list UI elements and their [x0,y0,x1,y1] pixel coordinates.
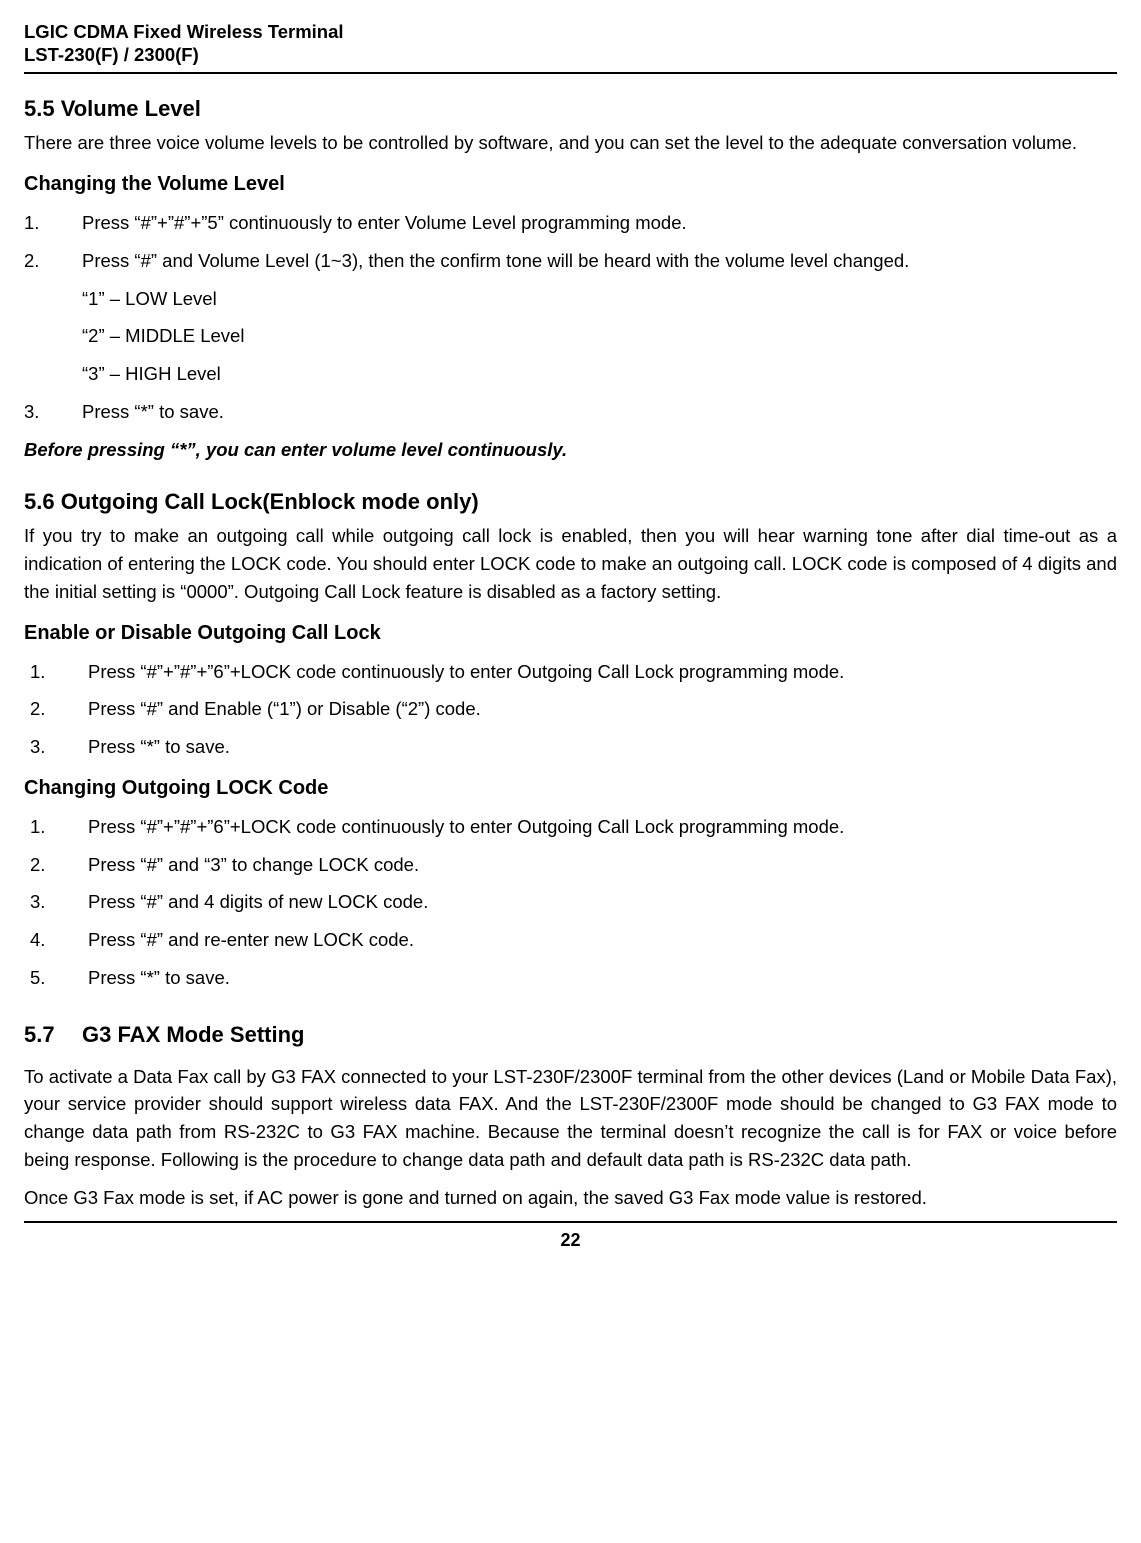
volume-level-option: “2” – MIDDLE Level [82,322,1117,350]
section-5-5-subheading: Changing the Volume Level [24,169,1117,199]
list-text: Press “#” and re-enter new LOCK code. [88,926,414,954]
list-item: 3.Press “*” to save. [24,398,1117,426]
list-text: Press “*” to save. [88,964,230,992]
header-line-2: LST-230(F) / 2300(F) [24,43,1117,66]
section-5-6-title: 5.6 Outgoing Call Lock(Enblock mode only… [24,485,1117,518]
section-5-6-sub-a: Enable or Disable Outgoing Call Lock [24,618,1117,648]
list-number: 3. [30,888,88,916]
list-item: 1.Press “#”+”#”+”5” continuously to ente… [24,209,1117,237]
section-5-7-title: G3 FAX Mode Setting [82,1018,304,1051]
list-item: 3.Press “*” to save. [30,733,1117,761]
change-lock-list: 1.Press “#”+”#”+”6”+LOCK code continuous… [30,813,1117,992]
list-text: Press “#” and Enable (“1”) or Disable (“… [88,695,481,723]
section-5-5-intro: There are three voice volume levels to b… [24,129,1117,157]
list-item: 1.Press “#”+”#”+”6”+LOCK code continuous… [30,813,1117,841]
section-5-6-intro: If you try to make an outgoing call whil… [24,522,1117,605]
list-text: Press “#”+”#”+”5” continuously to enter … [82,209,687,237]
list-item: 2.Press “#” and “3” to change LOCK code. [30,851,1117,879]
list-number: 3. [24,398,82,426]
volume-note: Before pressing “*”, you can enter volum… [24,436,1117,464]
list-item: 4.Press “#” and re-enter new LOCK code. [30,926,1117,954]
list-text: Press “*” to save. [88,733,230,761]
section-5-7-para-1: To activate a Data Fax call by G3 FAX co… [24,1063,1117,1174]
list-number: 4. [30,926,88,954]
list-number: 2. [30,851,88,879]
list-number: 5. [30,964,88,992]
list-item: 2.Press “#” and Enable (“1”) or Disable … [30,695,1117,723]
section-5-6-sub-b: Changing Outgoing LOCK Code [24,773,1117,803]
footer-rule [24,1221,1117,1223]
list-item: 3.Press “#” and 4 digits of new LOCK cod… [30,888,1117,916]
list-text: Press “#”+”#”+”6”+LOCK code continuously… [88,658,844,686]
list-text: Press “#” and 4 digits of new LOCK code. [88,888,428,916]
header-line-1: LGIC CDMA Fixed Wireless Terminal [24,20,1117,43]
volume-level-option: “3” – HIGH Level [82,360,1117,388]
list-item: 1.Press “#”+”#”+”6”+LOCK code continuous… [30,658,1117,686]
list-text: Press “#” and “3” to change LOCK code. [88,851,419,879]
header-rule [24,72,1117,74]
list-number: 1. [30,813,88,841]
list-number: 1. [30,658,88,686]
volume-level-option: “1” – LOW Level [82,285,1117,313]
list-number: 1. [24,209,82,237]
list-text: Press “*” to save. [82,398,224,426]
list-number: 2. [24,247,82,275]
section-5-7-para-2: Once G3 Fax mode is set, if AC power is … [24,1184,1117,1212]
list-number: 3. [30,733,88,761]
list-item: 2.Press “#” and Volume Level (1~3), then… [24,247,1117,275]
volume-steps-list: 1.Press “#”+”#”+”5” continuously to ente… [24,209,1117,275]
list-number: 2. [30,695,88,723]
section-5-7-number: 5.7 [24,1018,82,1051]
section-5-5-title: 5.5 Volume Level [24,92,1117,125]
list-text: Press “#” and Volume Level (1~3), then t… [82,247,909,275]
enable-disable-list: 1.Press “#”+”#”+”6”+LOCK code continuous… [30,658,1117,761]
page-number: 22 [24,1227,1117,1254]
list-item: 5.Press “*” to save. [30,964,1117,992]
volume-steps-list-cont: 3.Press “*” to save. [24,398,1117,426]
section-5-7-heading-row: 5.7 G3 FAX Mode Setting [24,1018,1117,1051]
list-text: Press “#”+”#”+”6”+LOCK code continuously… [88,813,844,841]
